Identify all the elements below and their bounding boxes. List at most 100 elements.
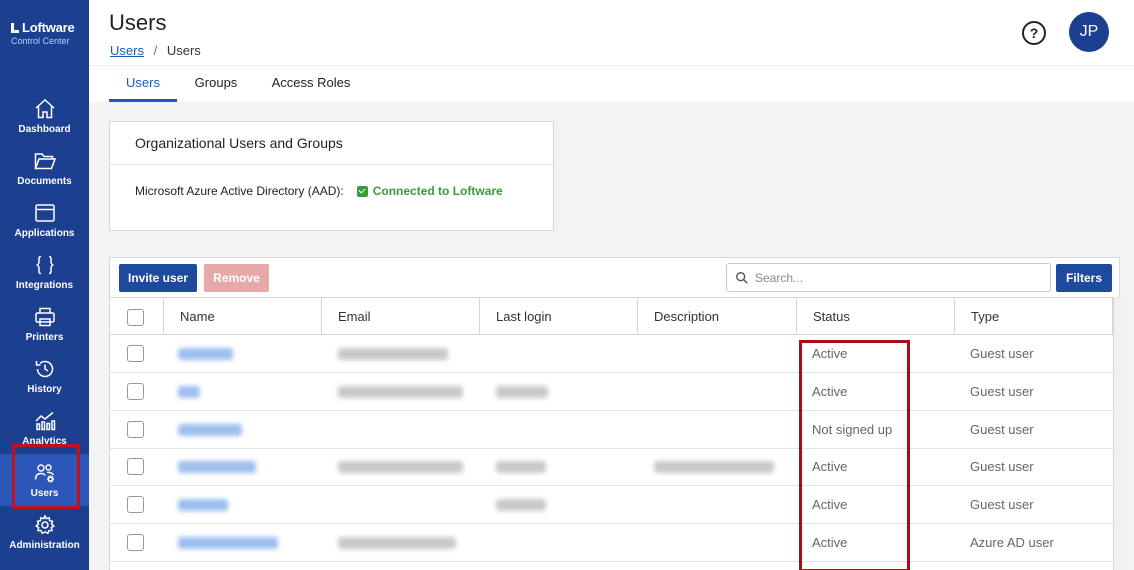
type-cell: Guest user xyxy=(970,346,1034,361)
org-card-title: Organizational Users and Groups xyxy=(110,122,553,165)
table-row[interactable]: Active Guest user xyxy=(110,448,1113,486)
sidebar-nav: Dashboard Documents Applications Integra… xyxy=(0,90,89,558)
redacted-email xyxy=(338,348,448,360)
status-cell: Active xyxy=(812,459,848,474)
table-scrollbar[interactable] xyxy=(1113,297,1121,570)
redacted-name xyxy=(178,537,278,549)
avatar[interactable]: JP xyxy=(1069,12,1109,52)
redacted-email xyxy=(338,537,456,549)
braces-icon xyxy=(35,255,54,275)
redacted-description xyxy=(654,461,774,473)
breadcrumb-current: Users xyxy=(166,43,201,58)
folder-icon xyxy=(33,153,56,170)
status-cell: Not signed up xyxy=(812,422,893,437)
column-header-last-login[interactable]: Last login xyxy=(480,298,638,335)
sidebar-item-history[interactable]: History xyxy=(0,350,89,402)
users-gear-icon xyxy=(34,464,54,483)
row-checkbox[interactable] xyxy=(127,496,144,513)
loftware-logo-icon xyxy=(11,22,20,33)
column-header-status[interactable]: Status xyxy=(797,298,955,335)
sidebar-item-label: Analytics xyxy=(22,436,67,447)
search-icon xyxy=(736,271,748,284)
search-input[interactable] xyxy=(755,270,1045,285)
type-cell: Guest user xyxy=(970,384,1034,399)
column-header-name[interactable]: Name xyxy=(164,298,322,335)
org-users-card: Organizational Users and Groups Microsof… xyxy=(109,121,554,231)
row-checkbox[interactable] xyxy=(127,458,144,475)
tab-bar: Users Groups Access Roles xyxy=(89,66,1134,102)
status-cell: Active xyxy=(812,497,848,512)
sidebar-item-dashboard[interactable]: Dashboard xyxy=(0,90,89,142)
table-row[interactable]: Active Guest user xyxy=(110,486,1113,524)
type-cell: Guest user xyxy=(970,422,1034,437)
brand-logo[interactable]: Loftware Control Center xyxy=(11,20,75,46)
sidebar: Loftware Control Center Dashboard Docume… xyxy=(0,0,89,570)
row-checkbox[interactable] xyxy=(127,345,144,362)
table-row[interactable]: Active Guest user xyxy=(110,373,1113,411)
redacted-name xyxy=(178,386,200,398)
aad-connection-row: Microsoft Azure Active Directory (AAD): … xyxy=(135,184,503,198)
sidebar-item-analytics[interactable]: Analytics xyxy=(0,402,89,454)
home-icon xyxy=(35,98,54,119)
column-header-email[interactable]: Email xyxy=(322,298,480,335)
type-cell: Guest user xyxy=(970,497,1034,512)
tab-access-roles[interactable]: Access Roles xyxy=(261,66,361,102)
redacted-name xyxy=(178,499,228,511)
redacted-last-login xyxy=(496,461,546,473)
help-icon: ? xyxy=(1029,25,1039,41)
redacted-name xyxy=(178,348,233,360)
sidebar-item-documents[interactable]: Documents xyxy=(0,142,89,194)
column-header-description[interactable]: Description xyxy=(638,298,797,335)
redacted-last-login xyxy=(496,499,546,511)
printer-icon xyxy=(34,307,55,327)
remove-button[interactable]: Remove xyxy=(204,264,269,292)
table-row[interactable]: Not signed up Guest user xyxy=(110,411,1113,449)
breadcrumb-separator: / xyxy=(153,43,158,58)
sidebar-item-integrations[interactable]: Integrations xyxy=(0,246,89,298)
redacted-email xyxy=(338,386,463,398)
row-checkbox[interactable] xyxy=(127,421,144,438)
sidebar-item-applications[interactable]: Applications xyxy=(0,194,89,246)
check-icon xyxy=(356,185,368,197)
sidebar-item-label: Administration xyxy=(9,540,80,551)
status-cell: Active xyxy=(812,346,848,361)
brand-subtitle: Control Center xyxy=(11,36,70,46)
redacted-name xyxy=(178,461,256,473)
brand-name: Loftware xyxy=(22,20,75,35)
chart-icon xyxy=(34,411,55,431)
tab-users[interactable]: Users xyxy=(109,66,177,102)
table-row[interactable]: Active Guest user xyxy=(110,335,1113,373)
status-cell: Active xyxy=(812,535,848,550)
gear-icon xyxy=(34,514,55,535)
connection-status: Connected to Loftware xyxy=(356,184,503,198)
invite-user-button[interactable]: Invite user xyxy=(119,264,197,292)
help-button[interactable]: ? xyxy=(1022,21,1046,45)
status-cell: Active xyxy=(812,384,848,399)
select-all-checkbox[interactable] xyxy=(127,309,144,326)
page-title: Users xyxy=(109,10,167,35)
window-icon xyxy=(34,204,55,222)
sidebar-item-label: History xyxy=(27,384,62,395)
sidebar-item-printers[interactable]: Printers xyxy=(0,298,89,350)
sidebar-item-label: Dashboard xyxy=(18,124,71,135)
sidebar-item-label: Printers xyxy=(25,332,64,343)
row-checkbox[interactable] xyxy=(127,534,144,551)
sidebar-item-users[interactable]: Users xyxy=(0,454,89,506)
column-header-type[interactable]: Type xyxy=(955,298,1113,335)
search-box xyxy=(726,263,1051,292)
users-table-panel: Invite user Remove Filters Name Email La… xyxy=(109,257,1121,570)
sidebar-item-label: Users xyxy=(30,488,59,499)
breadcrumb-link-users[interactable]: Users xyxy=(110,43,144,58)
sidebar-item-label: Documents xyxy=(17,176,72,187)
redacted-email xyxy=(338,461,463,473)
select-all-cell xyxy=(110,298,164,335)
table-header: Name Email Last login Description Status… xyxy=(110,297,1113,335)
row-checkbox[interactable] xyxy=(127,383,144,400)
type-cell: Azure AD user xyxy=(970,535,1054,550)
sidebar-item-administration[interactable]: Administration xyxy=(0,506,89,558)
table-row[interactable]: Active Azure AD user xyxy=(110,524,1113,562)
tab-groups[interactable]: Groups xyxy=(181,66,251,102)
filters-button[interactable]: Filters xyxy=(1056,264,1112,292)
sidebar-item-label: Integrations xyxy=(15,280,74,291)
history-icon xyxy=(35,360,53,378)
